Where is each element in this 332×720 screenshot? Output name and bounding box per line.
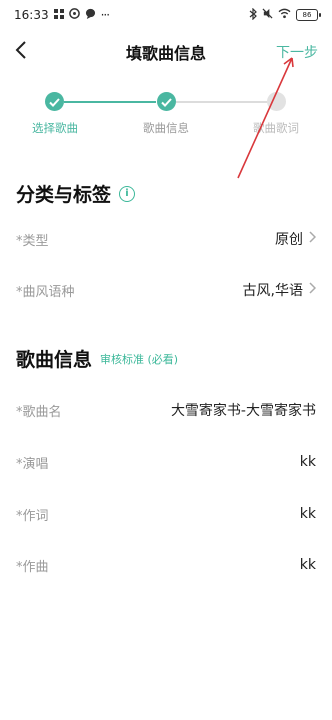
- status-time: 16:33: [14, 8, 49, 22]
- row-singer[interactable]: *演唱 kk: [0, 442, 332, 482]
- battery-indicator: 86: [296, 9, 321, 21]
- status-right: 86: [249, 7, 321, 23]
- header: 填歌曲信息 下一步: [0, 32, 332, 72]
- row-value: kk: [299, 454, 316, 470]
- grid-icon: [53, 8, 64, 22]
- row-value: kk: [299, 506, 316, 522]
- row-value-wrapper: 古风,华语: [242, 280, 317, 300]
- step-1-node: [45, 92, 64, 111]
- step-2-label: 歌曲信息: [143, 121, 189, 135]
- row-lyricist[interactable]: *作词 kk: [0, 494, 332, 534]
- pinwheel-icon: [68, 8, 80, 22]
- step-connector-1: [64, 101, 156, 103]
- review-standard-link[interactable]: 审核标准 (必看): [100, 351, 178, 367]
- step-1-label: 选择歌曲: [32, 121, 78, 135]
- mute-icon: [262, 8, 273, 22]
- check-icon: [161, 92, 172, 111]
- check-icon: [49, 92, 60, 111]
- section-title-category: 分类与标签 i: [16, 180, 136, 207]
- next-step-button[interactable]: 下一步: [276, 42, 318, 62]
- step-2-node: [157, 92, 176, 111]
- row-style-language[interactable]: *曲风语种 古风,华语: [0, 270, 332, 310]
- bluetooth-icon: [249, 7, 257, 23]
- info-icon[interactable]: i: [119, 185, 136, 202]
- section-title-song: 歌曲信息 审核标准 (必看): [16, 345, 178, 372]
- section-song-heading: 歌曲信息: [16, 349, 93, 371]
- row-value: 大雪寄家书-大雪寄家书: [170, 403, 316, 419]
- row-label: *歌曲名: [16, 404, 62, 420]
- step-progress: 选择歌曲 歌曲信息 歌曲歌词: [0, 88, 332, 148]
- more-dots-icon: ···: [100, 8, 111, 22]
- row-value: kk: [299, 557, 316, 573]
- row-composer[interactable]: *作曲 kk: [0, 545, 332, 585]
- step-3-label: 歌曲歌词: [253, 121, 299, 135]
- row-value-wrapper: 原创: [275, 229, 317, 249]
- back-button[interactable]: [10, 40, 32, 64]
- row-label: *类型: [16, 233, 49, 249]
- status-bar: 16:33 ··· 86: [0, 0, 332, 30]
- wifi-icon: [278, 8, 291, 22]
- status-left: 16:33 ···: [14, 8, 111, 22]
- chevron-left-icon: [15, 41, 27, 63]
- row-type[interactable]: *类型 原创: [0, 219, 332, 259]
- chat-bubble-icon: [85, 8, 96, 22]
- step-connector-2: [176, 101, 268, 103]
- step-3-node: [267, 92, 286, 111]
- row-label: *作词: [16, 508, 49, 524]
- row-song-name[interactable]: *歌曲名 大雪寄家书-大雪寄家书: [0, 390, 332, 430]
- page-title: 填歌曲信息: [125, 44, 206, 63]
- row-label: *作曲: [16, 559, 49, 575]
- row-label: *曲风语种: [16, 284, 75, 300]
- section-category-heading: 分类与标签: [16, 184, 112, 206]
- chevron-right-icon: [309, 282, 317, 298]
- chevron-right-icon: [309, 231, 317, 247]
- row-value: 古风,华语: [242, 283, 303, 299]
- row-value: 原创: [275, 232, 303, 248]
- row-label: *演唱: [16, 456, 49, 472]
